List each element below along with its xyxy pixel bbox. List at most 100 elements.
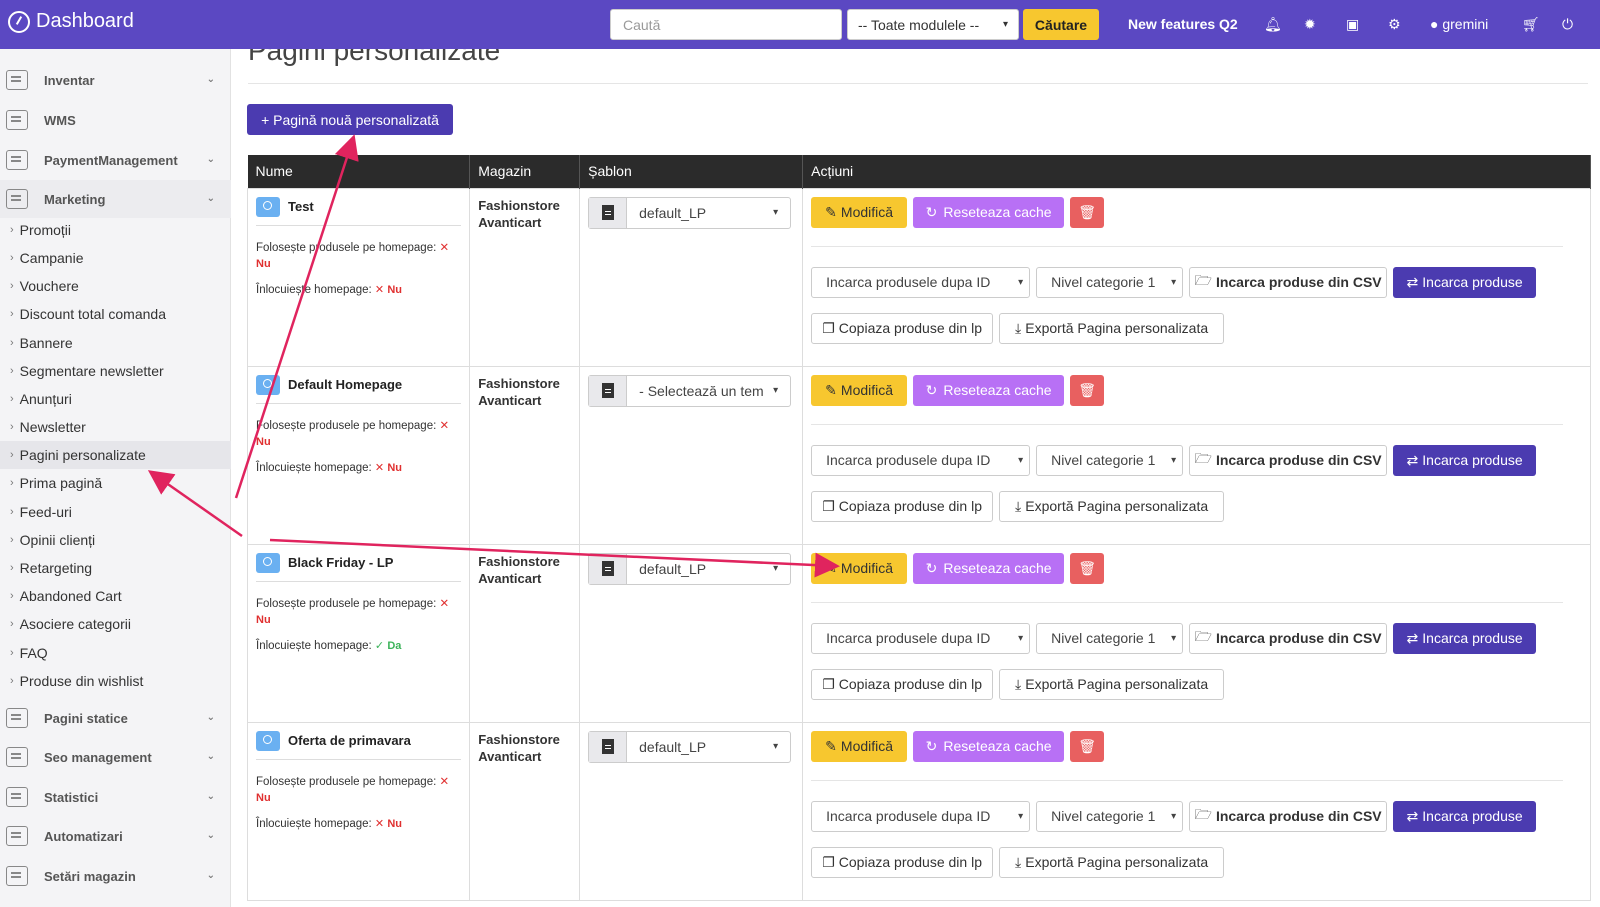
divider	[248, 83, 1588, 84]
load-by-select[interactable]: Incarca produsele dupa ID ▾	[811, 444, 1031, 476]
load-products-label: Incarca produse	[1422, 808, 1523, 824]
sidebar-subitem[interactable]: › Feed-uri	[0, 498, 231, 526]
export-page-button[interactable]: ⤓ Exportă Pagina personalizata	[999, 668, 1225, 700]
sidebar-subitem[interactable]: › Bannere	[0, 329, 231, 357]
search-icon[interactable]	[256, 374, 280, 395]
sidebar-item-inventar[interactable]: Inventar ⌄	[0, 61, 231, 99]
copy-icon: ❐	[822, 497, 835, 514]
sidebar-item-automatizari[interactable]: Automatizari ⌄	[0, 817, 231, 855]
delete-button[interactable]: 🗑︎	[1070, 374, 1105, 406]
sidebar-subitem[interactable]: › Segmentare newsletter	[0, 357, 231, 385]
delete-button[interactable]: 🗑︎	[1070, 552, 1105, 584]
template-select[interactable]: default_LP ▾	[588, 552, 792, 585]
load-csv-button[interactable]: 🗁︎ Incarca produse din CSV	[1189, 800, 1388, 832]
sidebar-subitem[interactable]: › Asociere categorii	[0, 610, 231, 638]
sidebar-subitem-label: Opinii clienți	[19, 532, 96, 548]
copy-products-button[interactable]: ❐ Copiaza produse din lp	[811, 490, 994, 522]
dashboard-link[interactable]: Dashboard	[8, 10, 134, 33]
sidebar-subitem-pagini-personalizate[interactable]: › Pagini personalizate	[0, 441, 231, 469]
warehouse-icon	[6, 110, 28, 130]
chevron-down-icon: ▾	[1171, 276, 1177, 288]
sidebar-subitem[interactable]: › Discount total comanda	[0, 300, 231, 328]
edit-button[interactable]: ✎ Modifică	[811, 730, 908, 762]
sidebar-item-wms[interactable]: WMS	[0, 101, 231, 139]
search-button[interactable]: Căutare	[1023, 9, 1099, 40]
new-page-button[interactable]: + Pagină nouă personalizată	[247, 104, 453, 135]
sidebar-subitem[interactable]: › Campanie	[0, 244, 231, 272]
sidebar-subitem[interactable]: › Promoții	[0, 216, 231, 244]
sidebar-item-setari[interactable]: Setări magazin ⌄	[0, 857, 231, 895]
export-page-button[interactable]: ⤓ Exportă Pagina personalizata	[999, 846, 1225, 878]
template-select[interactable]: - Selectează un tem ▾	[588, 374, 792, 407]
load-by-select[interactable]: Incarca produsele dupa ID ▾	[811, 622, 1031, 654]
category-level-select[interactable]: Nivel categorie 1 ▾	[1036, 800, 1184, 832]
category-level-select[interactable]: Nivel categorie 1 ▾	[1036, 622, 1184, 654]
search-icon[interactable]	[256, 196, 280, 217]
template-select[interactable]: default_LP ▾	[588, 730, 792, 763]
page-name: Oferta de primavara	[288, 733, 411, 748]
load-products-button[interactable]: ⇄ Incarca produse	[1393, 444, 1537, 476]
sidebar-subitem[interactable]: › FAQ	[0, 639, 231, 667]
sidebar-subitem[interactable]: › Newsletter	[0, 413, 231, 441]
search-icon[interactable]	[256, 730, 280, 751]
template-text: default_LP	[639, 560, 707, 577]
load-products-button[interactable]: ⇄ Incarca produse	[1393, 622, 1537, 654]
template-select[interactable]: default_LP ▾	[588, 196, 792, 229]
power-icon[interactable]: ⏻	[1562, 16, 1573, 33]
flag-products-value: Nu	[256, 435, 271, 448]
load-csv-button[interactable]: 🗁︎ Incarca produse din CSV	[1189, 266, 1388, 298]
load-csv-button[interactable]: 🗁︎ Incarca produse din CSV	[1189, 622, 1388, 654]
load-by-select[interactable]: Incarca produsele dupa ID ▾	[811, 266, 1031, 298]
sidebar-subitem[interactable]: › Retargeting	[0, 554, 231, 582]
new-features-link[interactable]: New features Q2	[1128, 16, 1238, 32]
sidebar-subitem-label: Newsletter	[19, 419, 86, 435]
copy-products-button[interactable]: ❐ Copiaza produse din lp	[811, 846, 994, 878]
load-products-button[interactable]: ⇄ Incarca produse	[1393, 266, 1537, 298]
flag-replace-label: Înlocuiește homepage:	[256, 461, 372, 474]
edit-button[interactable]: ✎ Modifică	[811, 374, 908, 406]
sidebar-subitem[interactable]: › Opinii clienți	[0, 526, 231, 554]
module-select[interactable]: -- Toate modulele -- ▾	[847, 9, 1019, 40]
reset-cache-button[interactable]: ↻ Reseteaza cache	[913, 730, 1065, 762]
cart-icon[interactable]: 🛒︎	[1522, 16, 1540, 33]
load-products-button[interactable]: ⇄ Incarca produse	[1393, 800, 1537, 832]
sidebar-subitem[interactable]: › Prima pagină	[0, 469, 231, 497]
user-menu[interactable]: ● gremini	[1430, 16, 1488, 32]
search-input[interactable]	[610, 9, 842, 40]
sidebar-item-statistici[interactable]: Statistici ⌄	[0, 778, 231, 816]
export-page-button[interactable]: ⤓ Exportă Pagina personalizata	[999, 490, 1225, 522]
category-level-select[interactable]: Nivel categorie 1 ▾	[1036, 266, 1184, 298]
load-by-select[interactable]: Incarca produsele dupa ID ▾	[811, 800, 1031, 832]
inventory-icon	[6, 70, 28, 90]
delete-button[interactable]: 🗑︎	[1070, 196, 1105, 228]
copy-products-button[interactable]: ❐ Copiaza produse din lp	[811, 312, 994, 344]
category-level-select[interactable]: Nivel categorie 1 ▾	[1036, 444, 1184, 476]
edit-button[interactable]: ✎ Modifică	[811, 196, 908, 228]
reset-cache-button[interactable]: ↻ Reseteaza cache	[913, 552, 1065, 584]
load-by-value: Incarca produsele dupa ID	[826, 274, 991, 290]
briefcase-icon[interactable]: ▣	[1346, 16, 1359, 33]
edit-button[interactable]: ✎ Modifică	[811, 552, 908, 584]
sidebar-item-pagini-statice[interactable]: Pagini statice ⌄	[0, 699, 231, 737]
bell-icon[interactable]: 🔔︎	[1264, 16, 1282, 33]
folder-icon: 🗁︎	[1194, 272, 1212, 288]
sidebar-subitem[interactable]: › Abandoned Cart	[0, 582, 231, 610]
sidebar-item-seo[interactable]: Seo management ⌄	[0, 738, 231, 776]
sidebar-item-payment[interactable]: PaymentManagement ⌄	[0, 141, 231, 179]
reset-cache-button[interactable]: ↻ Reseteaza cache	[913, 374, 1065, 406]
chevron-down-icon: ⌄	[206, 830, 215, 841]
sidebar-subitem[interactable]: › Produse din wishlist	[0, 667, 231, 695]
reset-cache-button[interactable]: ↻ Reseteaza cache	[913, 196, 1065, 228]
load-csv-label: Incarca produse din CSV	[1215, 274, 1382, 290]
sidebar-item-marketing[interactable]: Marketing ⌄	[0, 180, 231, 218]
bug-icon[interactable]: ✹	[1304, 16, 1316, 33]
sidebar-subitem[interactable]: › Anunțuri	[0, 385, 231, 413]
copy-products-button[interactable]: ❐ Copiaza produse din lp	[811, 668, 994, 700]
sidebar-subitem[interactable]: › Vouchere	[0, 272, 231, 300]
export-page-button[interactable]: ⤓ Exportă Pagina personalizata	[999, 312, 1225, 344]
delete-button[interactable]: 🗑︎	[1070, 730, 1105, 762]
load-csv-button[interactable]: 🗁︎ Incarca produse din CSV	[1189, 444, 1388, 476]
search-icon[interactable]	[256, 552, 280, 573]
gear-icon[interactable]: ⚙	[1388, 16, 1401, 33]
divider	[811, 779, 1564, 781]
